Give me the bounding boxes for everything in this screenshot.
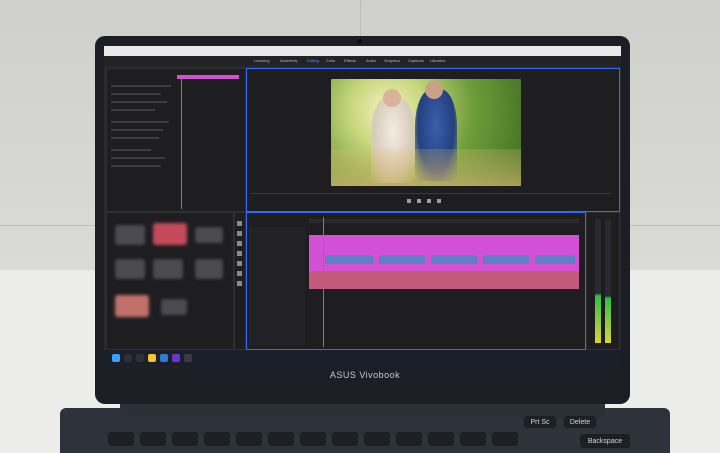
- media-thumbnail[interactable]: [195, 259, 223, 279]
- media-thumbnail[interactable]: [195, 227, 223, 243]
- audio-meter-right: [605, 219, 611, 343]
- title-clip[interactable]: [483, 255, 529, 264]
- playback-controls[interactable]: [407, 199, 467, 204]
- video-clip[interactable]: [309, 235, 579, 271]
- timeline-panel[interactable]: [246, 212, 586, 350]
- media-thumbnail[interactable]: [153, 259, 183, 279]
- ripple-edit-tool-icon[interactable]: [237, 241, 242, 246]
- effect-controls-panel[interactable]: [106, 68, 246, 212]
- webcam-icon: [357, 39, 362, 44]
- workspace-tab-bar: Learning Assembly Editing Color Effects …: [104, 56, 621, 66]
- start-icon[interactable]: [112, 354, 120, 362]
- title-clip[interactable]: [379, 255, 425, 264]
- selection-tool-icon[interactable]: [237, 221, 242, 226]
- title-clip[interactable]: [431, 255, 477, 264]
- key-delete[interactable]: Delete: [564, 416, 596, 428]
- premiere-pro-icon[interactable]: [172, 354, 180, 362]
- tab-graphics[interactable]: Graphics: [384, 58, 400, 63]
- task-view-icon[interactable]: [136, 354, 144, 362]
- razor-tool-icon[interactable]: [237, 251, 242, 256]
- loop-icon[interactable]: [437, 199, 441, 203]
- media-thumbnail[interactable]: [115, 259, 145, 279]
- key-prt-sc[interactable]: Prt Sc: [524, 416, 556, 428]
- wall-tile-seam: [360, 0, 361, 36]
- step-forward-icon[interactable]: [427, 199, 431, 203]
- media-thumbnail[interactable]: [153, 223, 187, 245]
- media-thumbnail[interactable]: [115, 295, 149, 317]
- file-explorer-icon[interactable]: [148, 354, 156, 362]
- step-back-icon[interactable]: [407, 199, 411, 203]
- program-scrub-bar[interactable]: [251, 193, 611, 194]
- audio-meter-left: [595, 219, 601, 343]
- project-panel[interactable]: [106, 212, 234, 350]
- title-clip[interactable]: [325, 255, 373, 264]
- timeline-ruler[interactable]: [309, 219, 579, 223]
- key-backspace[interactable]: Backspace: [580, 434, 630, 448]
- tab-learning[interactable]: Learning: [254, 58, 270, 63]
- type-tool-icon[interactable]: [237, 281, 242, 286]
- play-icon[interactable]: [417, 199, 421, 203]
- effect-controls-playhead[interactable]: [181, 79, 182, 209]
- windows-taskbar: [104, 350, 621, 366]
- tab-color[interactable]: Color: [326, 58, 336, 63]
- store-icon[interactable]: [184, 354, 192, 362]
- title-clip[interactable]: [535, 255, 575, 264]
- track-headers: [249, 227, 305, 345]
- tab-editing[interactable]: Editing: [307, 58, 319, 63]
- search-icon[interactable]: [124, 354, 132, 362]
- hand-tool-icon[interactable]: [237, 271, 242, 276]
- track-select-tool-icon[interactable]: [237, 231, 242, 236]
- tab-assembly[interactable]: Assembly: [280, 58, 297, 63]
- audio-clip[interactable]: [309, 271, 579, 289]
- tab-effects[interactable]: Effects: [344, 58, 356, 63]
- tab-captions[interactable]: Captions: [408, 58, 424, 63]
- tab-audio[interactable]: Audio: [366, 58, 376, 63]
- effect-controls-clip-bar: [177, 75, 239, 79]
- program-monitor-video-frame: [331, 79, 521, 186]
- timeline-playhead[interactable]: [323, 217, 324, 347]
- media-thumbnail[interactable]: [161, 299, 187, 315]
- laptop-brand-label: ASUS Vivobook: [329, 370, 401, 380]
- pen-tool-icon[interactable]: [237, 261, 242, 266]
- edge-icon[interactable]: [160, 354, 168, 362]
- media-thumbnail[interactable]: [115, 225, 145, 245]
- program-monitor-panel[interactable]: [246, 68, 620, 212]
- audio-meters-panel: [586, 212, 620, 350]
- tools-panel: [234, 212, 246, 350]
- laptop-screen: Learning Assembly Editing Color Effects …: [104, 46, 621, 366]
- title-bar: [104, 46, 621, 56]
- tab-libraries[interactable]: Libraries: [430, 58, 445, 63]
